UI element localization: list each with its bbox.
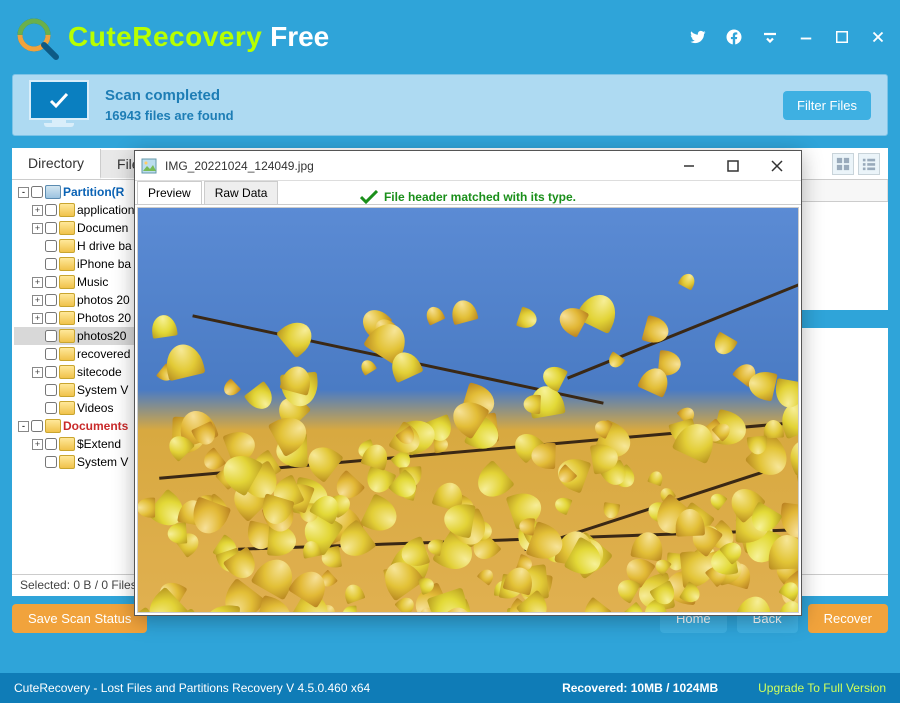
expand-icon[interactable]: + (32, 205, 43, 216)
preview-image (137, 207, 799, 613)
close-icon[interactable] (868, 27, 888, 47)
app-logo-icon (12, 13, 60, 61)
app-logo-title: CuteRecovery Free (12, 13, 329, 61)
expand-icon[interactable]: + (32, 295, 43, 306)
expand-icon[interactable]: + (32, 439, 43, 450)
upgrade-link[interactable]: Upgrade To Full Version (758, 681, 886, 695)
folder-icon (59, 239, 75, 253)
tree-checkbox[interactable] (45, 438, 57, 450)
tree-label: recovered (77, 347, 130, 361)
tree-checkbox[interactable] (45, 222, 57, 234)
preview-minimize-icon[interactable] (671, 152, 707, 180)
tree-checkbox[interactable] (45, 456, 57, 468)
folder-icon (59, 455, 75, 469)
folder-icon (59, 275, 75, 289)
folder-icon (59, 221, 75, 235)
tree-checkbox[interactable] (45, 402, 57, 414)
tree-checkbox[interactable] (45, 366, 57, 378)
preview-close-icon[interactable] (759, 152, 795, 180)
tree-label: photos20 (77, 329, 126, 343)
tree-label: sitecode (77, 365, 122, 379)
folder-icon (59, 203, 75, 217)
facebook-icon[interactable] (724, 27, 744, 47)
preview-maximize-icon[interactable] (715, 152, 751, 180)
tree-label: application (77, 203, 134, 217)
monitor-check-icon (29, 80, 89, 130)
folder-icon (59, 401, 75, 415)
save-scan-status-button[interactable]: Save Scan Status (12, 604, 147, 633)
menu-dropdown-icon[interactable] (760, 27, 780, 47)
tree-checkbox[interactable] (45, 348, 57, 360)
tree-checkbox[interactable] (45, 276, 57, 288)
expand-icon[interactable]: + (32, 313, 43, 324)
folder-icon (59, 329, 75, 343)
scan-status-banner: Scan completed 16943 files are found Fil… (12, 74, 888, 136)
preview-filename: IMG_20221024_124049.jpg (165, 159, 663, 173)
title-bar: CuteRecovery Free (0, 0, 900, 74)
tree-label: Music (77, 275, 108, 289)
folder-icon (59, 257, 75, 271)
recover-button[interactable]: Recover (808, 604, 888, 633)
view-list-icon[interactable] (858, 153, 880, 175)
tree-checkbox[interactable] (31, 420, 43, 432)
expand-icon[interactable]: + (32, 277, 43, 288)
preview-tab-preview[interactable]: Preview (137, 181, 202, 204)
tree-checkbox[interactable] (45, 312, 57, 324)
maximize-icon[interactable] (832, 27, 852, 47)
tree-checkbox[interactable] (45, 240, 57, 252)
tree-label: Videos (77, 401, 113, 415)
tree-checkbox[interactable] (45, 204, 57, 216)
tree-checkbox[interactable] (45, 294, 57, 306)
tree-label: Documen (77, 221, 128, 235)
app-name-sub: Free (262, 21, 329, 52)
view-grid-icon[interactable] (832, 153, 854, 175)
app-name-main: CuteRecovery (68, 21, 262, 52)
image-file-icon (141, 158, 157, 174)
tree-checkbox[interactable] (45, 384, 57, 396)
tree-checkbox[interactable] (45, 330, 57, 342)
tree-label: System V (77, 383, 128, 397)
preview-titlebar[interactable]: IMG_20221024_124049.jpg (135, 151, 801, 181)
scan-status-text: Scan completed 16943 files are found (105, 87, 234, 123)
tree-label: $Extend (77, 437, 121, 451)
minimize-icon[interactable] (796, 27, 816, 47)
folder-icon (59, 347, 75, 361)
tab-directory[interactable]: Directory (12, 149, 101, 179)
filter-files-button[interactable]: Filter Files (783, 91, 871, 120)
footer-bar: CuteRecovery - Lost Files and Partitions… (0, 673, 900, 703)
folder-icon (45, 419, 61, 433)
tree-label: System V (77, 455, 128, 469)
tree-label: H drive ba (77, 239, 132, 253)
folder-icon (59, 293, 75, 307)
checkmark-icon (360, 190, 378, 204)
expand-icon[interactable]: + (32, 223, 43, 234)
preview-tab-rawdata[interactable]: Raw Data (204, 181, 279, 204)
folder-icon (59, 383, 75, 397)
preview-window: IMG_20221024_124049.jpg Preview Raw Data… (134, 150, 802, 616)
tree-checkbox[interactable] (31, 186, 43, 198)
scan-status-count: 16943 files are found (105, 108, 234, 123)
window-controls (688, 27, 888, 47)
tree-checkbox[interactable] (45, 258, 57, 270)
preview-tabs: Preview Raw Data File header matched wit… (135, 181, 801, 205)
tree-label: iPhone ba (77, 257, 131, 271)
twitter-icon[interactable] (688, 27, 708, 47)
folder-icon (59, 365, 75, 379)
expand-icon[interactable]: + (32, 367, 43, 378)
disk-icon (45, 185, 61, 199)
folder-icon (59, 311, 75, 325)
product-version: CuteRecovery - Lost Files and Partitions… (14, 681, 370, 695)
folder-icon (59, 437, 75, 451)
tree-label: Photos 20 (77, 311, 131, 325)
tree-label: photos 20 (77, 293, 130, 307)
recovered-stats: Recovered: 10MB / 1024MB (562, 681, 718, 695)
scan-status-title: Scan completed (105, 87, 234, 104)
